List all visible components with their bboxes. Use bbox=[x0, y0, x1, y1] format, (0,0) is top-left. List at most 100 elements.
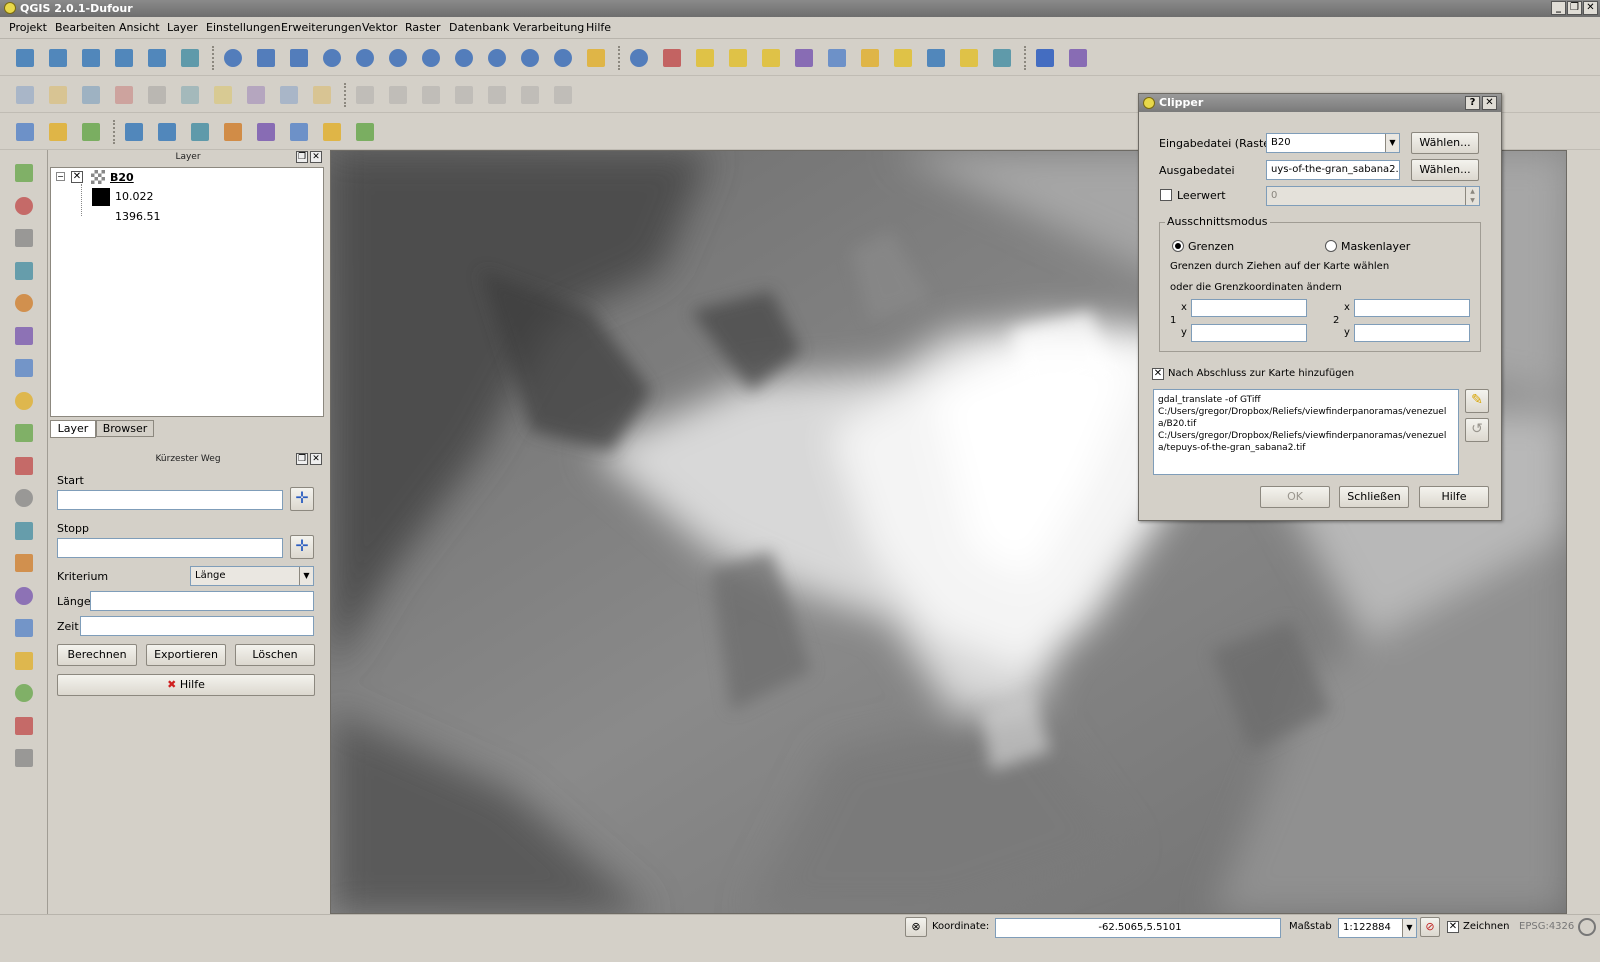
new-gpx-icon[interactable] bbox=[11, 550, 37, 576]
paste-features-icon[interactable] bbox=[309, 82, 335, 108]
add-wfs-icon[interactable] bbox=[352, 119, 378, 145]
add-oracle-icon[interactable] bbox=[253, 119, 279, 145]
y2-input[interactable] bbox=[1354, 324, 1470, 342]
coordinate-capture-icon[interactable] bbox=[11, 615, 37, 641]
help-icon[interactable] bbox=[1032, 45, 1058, 71]
output-file-input[interactable]: uys-of-the-gran_sabana2.tif bbox=[1266, 160, 1400, 180]
minimize-button[interactable]: _ bbox=[1551, 1, 1566, 15]
label-icon[interactable] bbox=[352, 82, 378, 108]
choose-output-button[interactable]: Wählen... bbox=[1411, 159, 1479, 181]
toolbar-grip[interactable] bbox=[113, 120, 119, 144]
y1-input[interactable] bbox=[1191, 324, 1307, 342]
zoom-full-icon[interactable] bbox=[418, 45, 444, 71]
toggle-editing-icon[interactable] bbox=[45, 82, 71, 108]
dialog-help-button[interactable]: Hilfe bbox=[1419, 486, 1489, 508]
toolbar-grip[interactable] bbox=[212, 46, 218, 70]
tab-layer[interactable]: Layer bbox=[50, 420, 96, 438]
pan-to-selection-icon[interactable] bbox=[286, 45, 312, 71]
action-icon[interactable] bbox=[659, 45, 685, 71]
menu-bearbeiten[interactable]: Bearbeiten bbox=[55, 21, 115, 34]
add-spatialite-icon[interactable] bbox=[187, 119, 213, 145]
render-checkbox[interactable]: ✕ bbox=[1447, 921, 1459, 933]
calculate-button[interactable]: Berechnen bbox=[57, 644, 137, 666]
add-spatialite-layer-icon[interactable] bbox=[11, 258, 37, 284]
open-project-icon[interactable] bbox=[45, 45, 71, 71]
move-feature-icon[interactable] bbox=[144, 82, 170, 108]
text-annotation-icon[interactable] bbox=[989, 45, 1015, 71]
reset-command-button[interactable]: ↺ bbox=[1465, 418, 1489, 442]
crs-label[interactable]: EPSG:4326 bbox=[1519, 921, 1574, 932]
identify-icon[interactable] bbox=[626, 45, 652, 71]
menu-datenbank[interactable]: Datenbank bbox=[449, 21, 509, 34]
map-tips-icon[interactable] bbox=[890, 45, 916, 71]
add-wcs-layer-icon[interactable] bbox=[11, 420, 37, 446]
add-postgis-layer-icon[interactable] bbox=[11, 225, 37, 251]
current-edits-icon[interactable] bbox=[12, 82, 38, 108]
add-delimited-text-icon[interactable] bbox=[11, 355, 37, 381]
menu-layer[interactable]: Layer bbox=[167, 21, 198, 34]
dialog-close-button[interactable]: ✕ bbox=[1482, 96, 1497, 110]
delete-selected-icon[interactable] bbox=[210, 82, 236, 108]
nodata-checkbox[interactable] bbox=[1160, 189, 1172, 201]
toolbar-grip[interactable] bbox=[344, 83, 350, 107]
pin-label-icon[interactable] bbox=[418, 82, 444, 108]
panel-float-button[interactable]: ❐ bbox=[296, 453, 308, 465]
maximize-button[interactable]: ❐ bbox=[1567, 1, 1582, 15]
menu-ansicht[interactable]: Ansicht bbox=[119, 21, 160, 34]
add-to-map-checkbox[interactable]: ✕ bbox=[1152, 368, 1164, 380]
create-layer-icon[interactable] bbox=[11, 583, 37, 609]
save-as-icon[interactable] bbox=[111, 45, 137, 71]
refresh-icon[interactable] bbox=[583, 45, 609, 71]
add-raster-layer-icon[interactable] bbox=[45, 119, 71, 145]
zoom-in-icon[interactable] bbox=[319, 45, 345, 71]
collapse-icon[interactable]: − bbox=[56, 172, 65, 181]
change-label-icon[interactable] bbox=[550, 82, 576, 108]
road-graph-icon[interactable] bbox=[11, 713, 37, 739]
statistics-icon[interactable] bbox=[824, 45, 850, 71]
crs-status-icon[interactable] bbox=[1578, 918, 1596, 936]
save-edits-icon[interactable] bbox=[78, 82, 104, 108]
clear-button[interactable]: Löschen bbox=[235, 644, 315, 666]
whats-this-button[interactable]: ? bbox=[1465, 96, 1480, 110]
gdal-command-text[interactable]: gdal_translate -of GTiff C:/Users/gregor… bbox=[1153, 389, 1459, 475]
length-field[interactable] bbox=[90, 591, 314, 611]
panel-close-button[interactable]: ✕ bbox=[310, 453, 322, 465]
add-raster-icon[interactable] bbox=[11, 193, 37, 219]
menu-erweiterungen[interactable]: Erweiterungen bbox=[281, 21, 362, 34]
stop-render-button[interactable]: ⊘ bbox=[1420, 917, 1440, 937]
label-highlight-icon[interactable] bbox=[385, 82, 411, 108]
pick-start-button[interactable]: ✛ bbox=[290, 487, 314, 511]
nodata-spinbox[interactable]: 0 ▲ ▼ bbox=[1266, 186, 1480, 206]
menu-vektor[interactable]: Vektor bbox=[362, 21, 397, 34]
x1-input[interactable] bbox=[1191, 299, 1307, 317]
georeferencer-icon[interactable] bbox=[11, 648, 37, 674]
menu-hilfe[interactable]: Hilfe bbox=[586, 21, 611, 34]
toolbar-grip[interactable] bbox=[618, 46, 624, 70]
gps-icon[interactable] bbox=[11, 680, 37, 706]
add-feature-icon[interactable] bbox=[111, 82, 137, 108]
node-tool-icon[interactable] bbox=[177, 82, 203, 108]
mask-radio[interactable] bbox=[1325, 240, 1337, 252]
help-button[interactable]: ✖ Hilfe bbox=[57, 674, 315, 696]
panel-float-button[interactable]: ❐ bbox=[296, 151, 308, 163]
coordinate-field[interactable]: -62.5065,5.5101 bbox=[995, 918, 1281, 938]
input-file-select[interactable]: B20 ▼ bbox=[1266, 133, 1400, 153]
move-label-icon[interactable] bbox=[484, 82, 510, 108]
zoom-last-icon[interactable] bbox=[517, 45, 543, 71]
show-hide-label-icon[interactable] bbox=[451, 82, 477, 108]
zoom-native-icon[interactable] bbox=[385, 45, 411, 71]
new-shapefile-icon[interactable] bbox=[121, 119, 147, 145]
toolbar-grip[interactable] bbox=[1024, 46, 1030, 70]
stop-input[interactable] bbox=[57, 538, 283, 558]
new-spatialite-icon[interactable] bbox=[154, 119, 180, 145]
criterion-select[interactable]: Länge ▼ bbox=[190, 566, 314, 586]
layer-name[interactable]: B20 bbox=[110, 171, 134, 184]
new-vector-icon[interactable] bbox=[11, 518, 37, 544]
close-window-button[interactable]: ✕ bbox=[1583, 1, 1598, 15]
zoom-out-icon[interactable] bbox=[352, 45, 378, 71]
panel-close-button[interactable]: ✕ bbox=[310, 151, 322, 163]
add-wfs-layer-icon[interactable] bbox=[11, 453, 37, 479]
select-icon[interactable] bbox=[692, 45, 718, 71]
add-wms-layer-icon[interactable] bbox=[11, 388, 37, 414]
heatmap-icon[interactable] bbox=[11, 745, 37, 771]
